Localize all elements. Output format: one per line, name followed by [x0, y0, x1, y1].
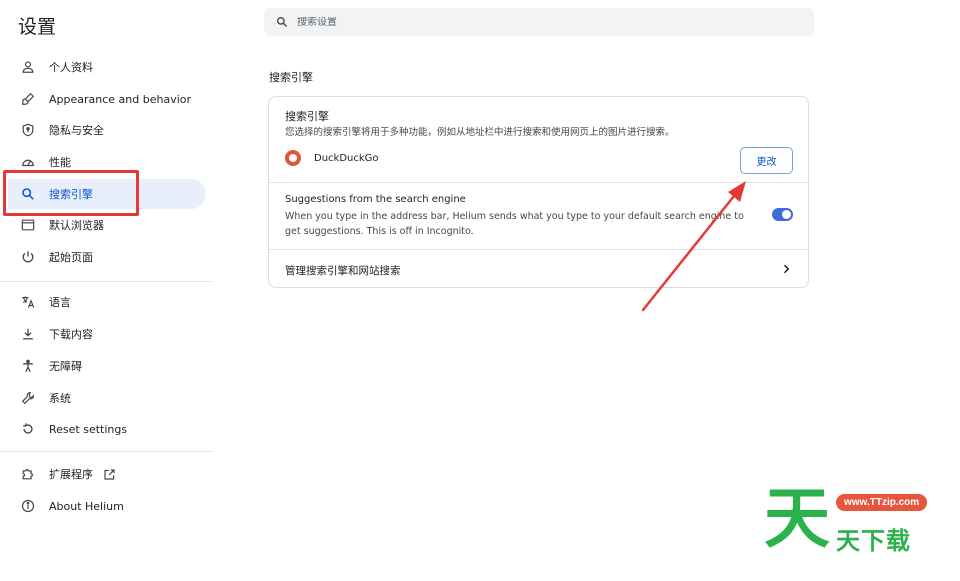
- sidebar-item-startup[interactable]: 起始页面: [8, 242, 206, 272]
- watermark-big-char: 天: [764, 480, 830, 557]
- annotation-highlight-box: [3, 170, 139, 216]
- sidebar-item-profile[interactable]: 个人资料: [8, 52, 206, 82]
- person-icon: [20, 59, 36, 75]
- sidebar: 设置 个人资料 Appearance and behavior 隐私与安全 性能…: [0, 0, 212, 581]
- sidebar-item-accessibility[interactable]: 无障碍: [8, 351, 206, 381]
- manage-search-engines-label: 管理搜索引擎和网站搜索: [285, 265, 401, 277]
- app-title: 设置: [18, 16, 57, 38]
- settings-search[interactable]: [264, 8, 814, 36]
- accessibility-icon: [20, 358, 36, 374]
- card-description: 您选择的搜索引擎将用于多种功能，例如从地址栏中进行搜索和使用网页上的图片进行搜索…: [285, 127, 675, 138]
- card-title: 搜索引擎: [285, 110, 329, 123]
- sidebar-item-privacy[interactable]: 隐私与安全: [8, 115, 206, 145]
- puzzle-icon: [20, 466, 36, 482]
- sidebar-divider: [0, 451, 212, 452]
- sidebar-divider: [0, 281, 212, 282]
- engine-name: DuckDuckGo: [314, 152, 379, 164]
- shield-icon: [20, 122, 36, 138]
- sidebar-item-extensions[interactable]: 扩展程序: [8, 459, 206, 489]
- sidebar-item-label: 扩展程序: [49, 468, 93, 481]
- sidebar-item-languages[interactable]: 语言: [8, 287, 206, 317]
- suggestions-toggle[interactable]: [772, 208, 793, 221]
- section-title: 搜索引擎: [269, 71, 313, 84]
- current-engine: DuckDuckGo: [285, 150, 379, 166]
- search-engine-card: 搜索引擎 您选择的搜索引擎将用于多种功能，例如从地址栏中进行搜索和使用网页上的图…: [268, 96, 809, 288]
- reset-icon: [20, 421, 36, 437]
- power-icon: [20, 249, 36, 265]
- sidebar-item-label: 性能: [49, 156, 71, 169]
- sidebar-item-label: Reset settings: [49, 422, 128, 436]
- sidebar-item-downloads[interactable]: 下载内容: [8, 319, 206, 349]
- sidebar-item-label: Appearance and behavior: [49, 92, 192, 106]
- sidebar-item-about[interactable]: About Helium: [8, 491, 206, 521]
- suggestions-title: Suggestions from the search engine: [285, 194, 466, 205]
- chevron-right-icon: [783, 264, 790, 274]
- sidebar-item-label: About Helium: [49, 499, 124, 513]
- search-icon: [277, 17, 287, 27]
- paintbrush-icon: [20, 91, 36, 107]
- browser-window-icon: [20, 217, 36, 233]
- sidebar-item-label: 无障碍: [49, 360, 82, 373]
- card-divider: [269, 182, 808, 183]
- suggestions-description: When you type in the address bar, Helium…: [285, 211, 744, 237]
- sidebar-item-label: 系统: [49, 392, 71, 405]
- duckduckgo-icon: [285, 150, 301, 166]
- watermark-text: 天下载: [836, 527, 911, 555]
- sidebar-item-label: 下载内容: [49, 328, 93, 341]
- sidebar-item-label: 默认浏览器: [49, 219, 104, 232]
- search-input[interactable]: [297, 16, 777, 28]
- info-icon: [20, 498, 36, 514]
- change-engine-button[interactable]: 更改: [740, 147, 793, 174]
- external-link-icon: [104, 468, 115, 480]
- watermark-url: www.TTzip.com: [836, 494, 928, 511]
- sidebar-item-system[interactable]: 系统: [8, 383, 206, 413]
- sidebar-item-label: 隐私与安全: [49, 124, 104, 137]
- sidebar-item-label: 语言: [49, 296, 71, 309]
- wrench-icon: [20, 390, 36, 406]
- speedometer-icon: [20, 154, 36, 170]
- sidebar-item-appearance[interactable]: Appearance and behavior: [8, 84, 206, 114]
- download-icon: [20, 326, 36, 342]
- sidebar-item-label: 个人资料: [49, 61, 93, 74]
- sidebar-item-reset-settings[interactable]: Reset settings: [8, 414, 206, 444]
- sidebar-item-label: 起始页面: [49, 251, 93, 264]
- translate-icon: [20, 294, 36, 310]
- toggle-knob: [782, 210, 791, 219]
- watermark-logo: 天 www.TTzip.com 天下载: [764, 482, 944, 560]
- manage-search-engines-row[interactable]: 管理搜索引擎和网站搜索: [269, 250, 808, 288]
